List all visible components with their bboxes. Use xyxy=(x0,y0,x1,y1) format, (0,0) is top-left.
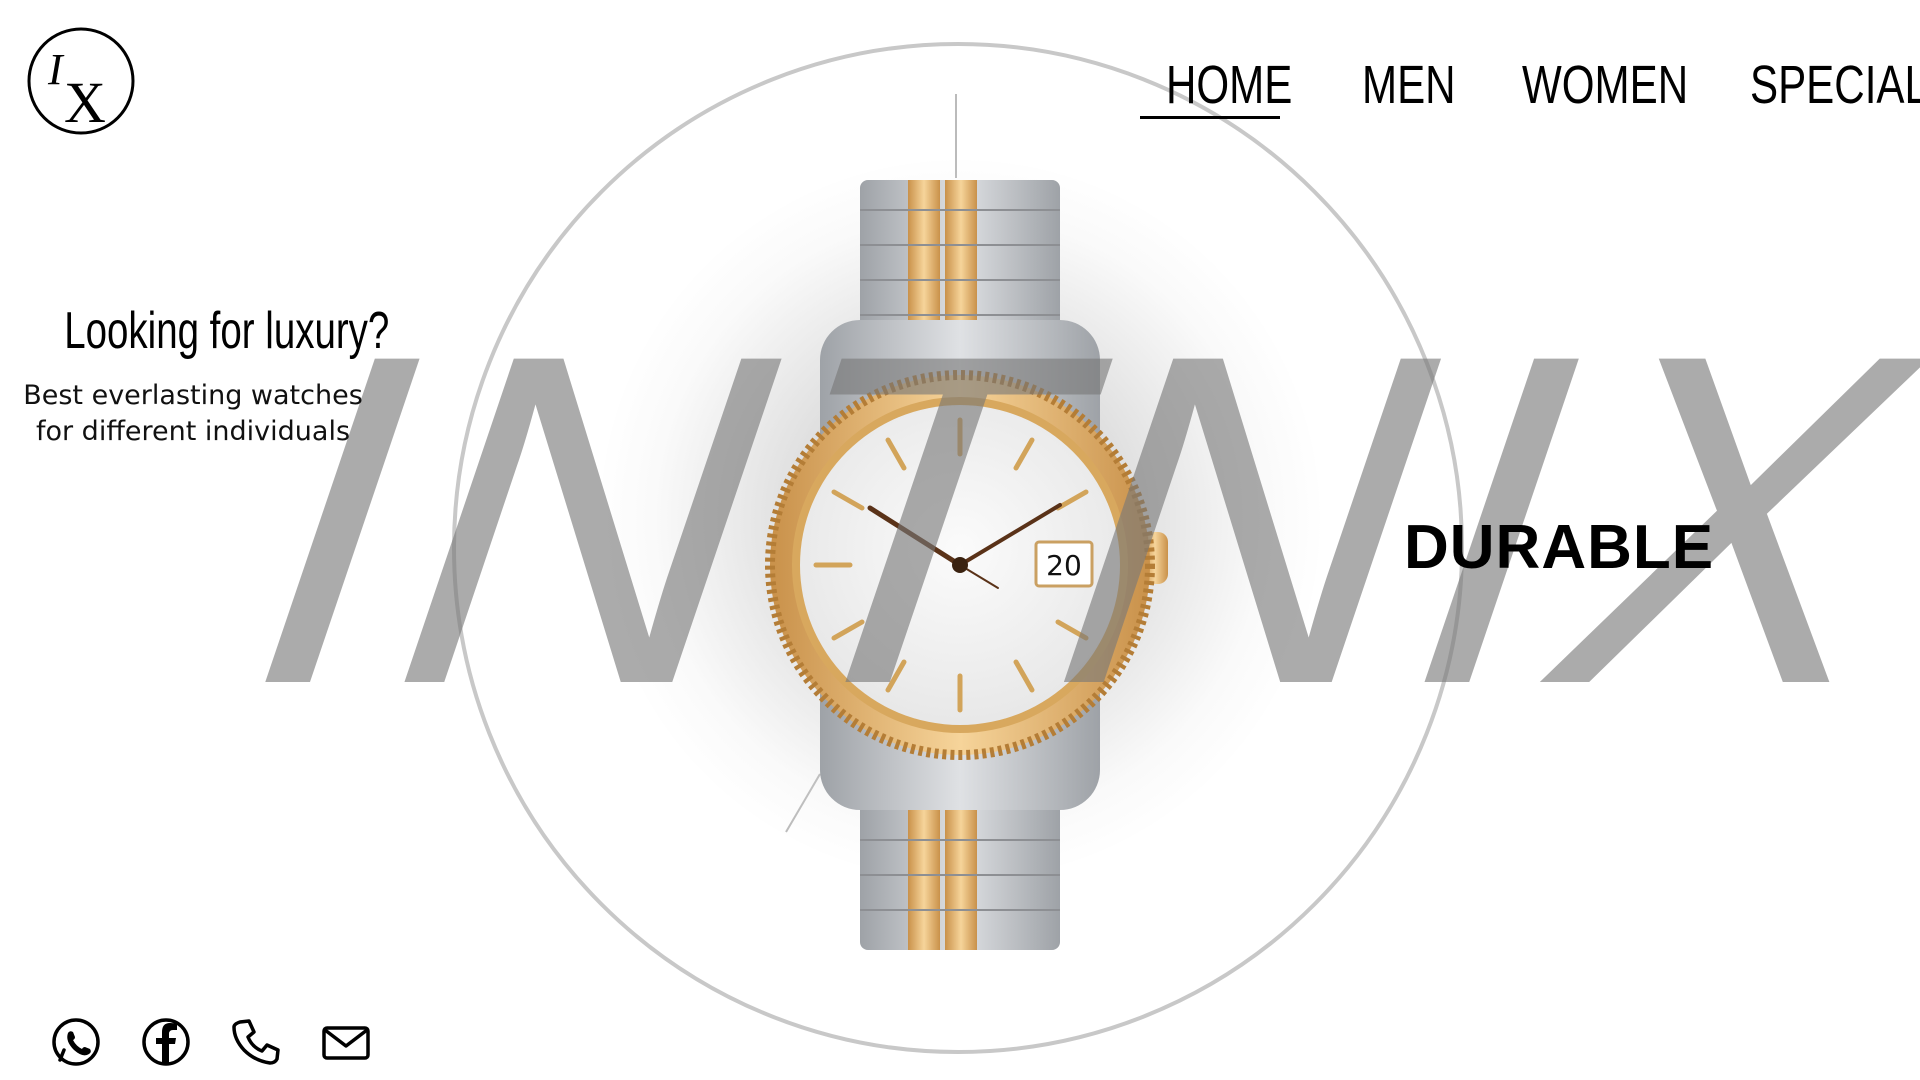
hero-tagline: DURABLE xyxy=(1404,513,1715,582)
facebook-icon[interactable] xyxy=(140,1016,192,1068)
logo-letter-x: X xyxy=(64,70,106,135)
mail-icon[interactable] xyxy=(320,1016,372,1068)
nav-special[interactable]: SPECIAL xyxy=(1750,50,1920,120)
hero-subline-line-2: for different individuals xyxy=(35,416,351,447)
nav-home[interactable]: HOME xyxy=(1166,50,1292,120)
watch-image: 20 xyxy=(765,180,1168,950)
logo-letter-i: I xyxy=(47,45,65,94)
hero-subline-line-1: Best everlasting watches xyxy=(23,380,363,411)
phone-icon[interactable] xyxy=(230,1016,282,1068)
watch-date: 20 xyxy=(1046,549,1082,582)
nav-women[interactable]: WOMEN xyxy=(1522,50,1688,120)
hero-subline: Best everlasting watches for different i… xyxy=(8,378,378,450)
hero-headline: Looking for luxury? xyxy=(64,302,390,360)
nav-active-underline xyxy=(1140,116,1280,119)
whatsapp-icon[interactable] xyxy=(50,1016,102,1068)
nav-men[interactable]: MEN xyxy=(1362,50,1456,120)
brand-logo[interactable]: I X xyxy=(26,26,136,136)
